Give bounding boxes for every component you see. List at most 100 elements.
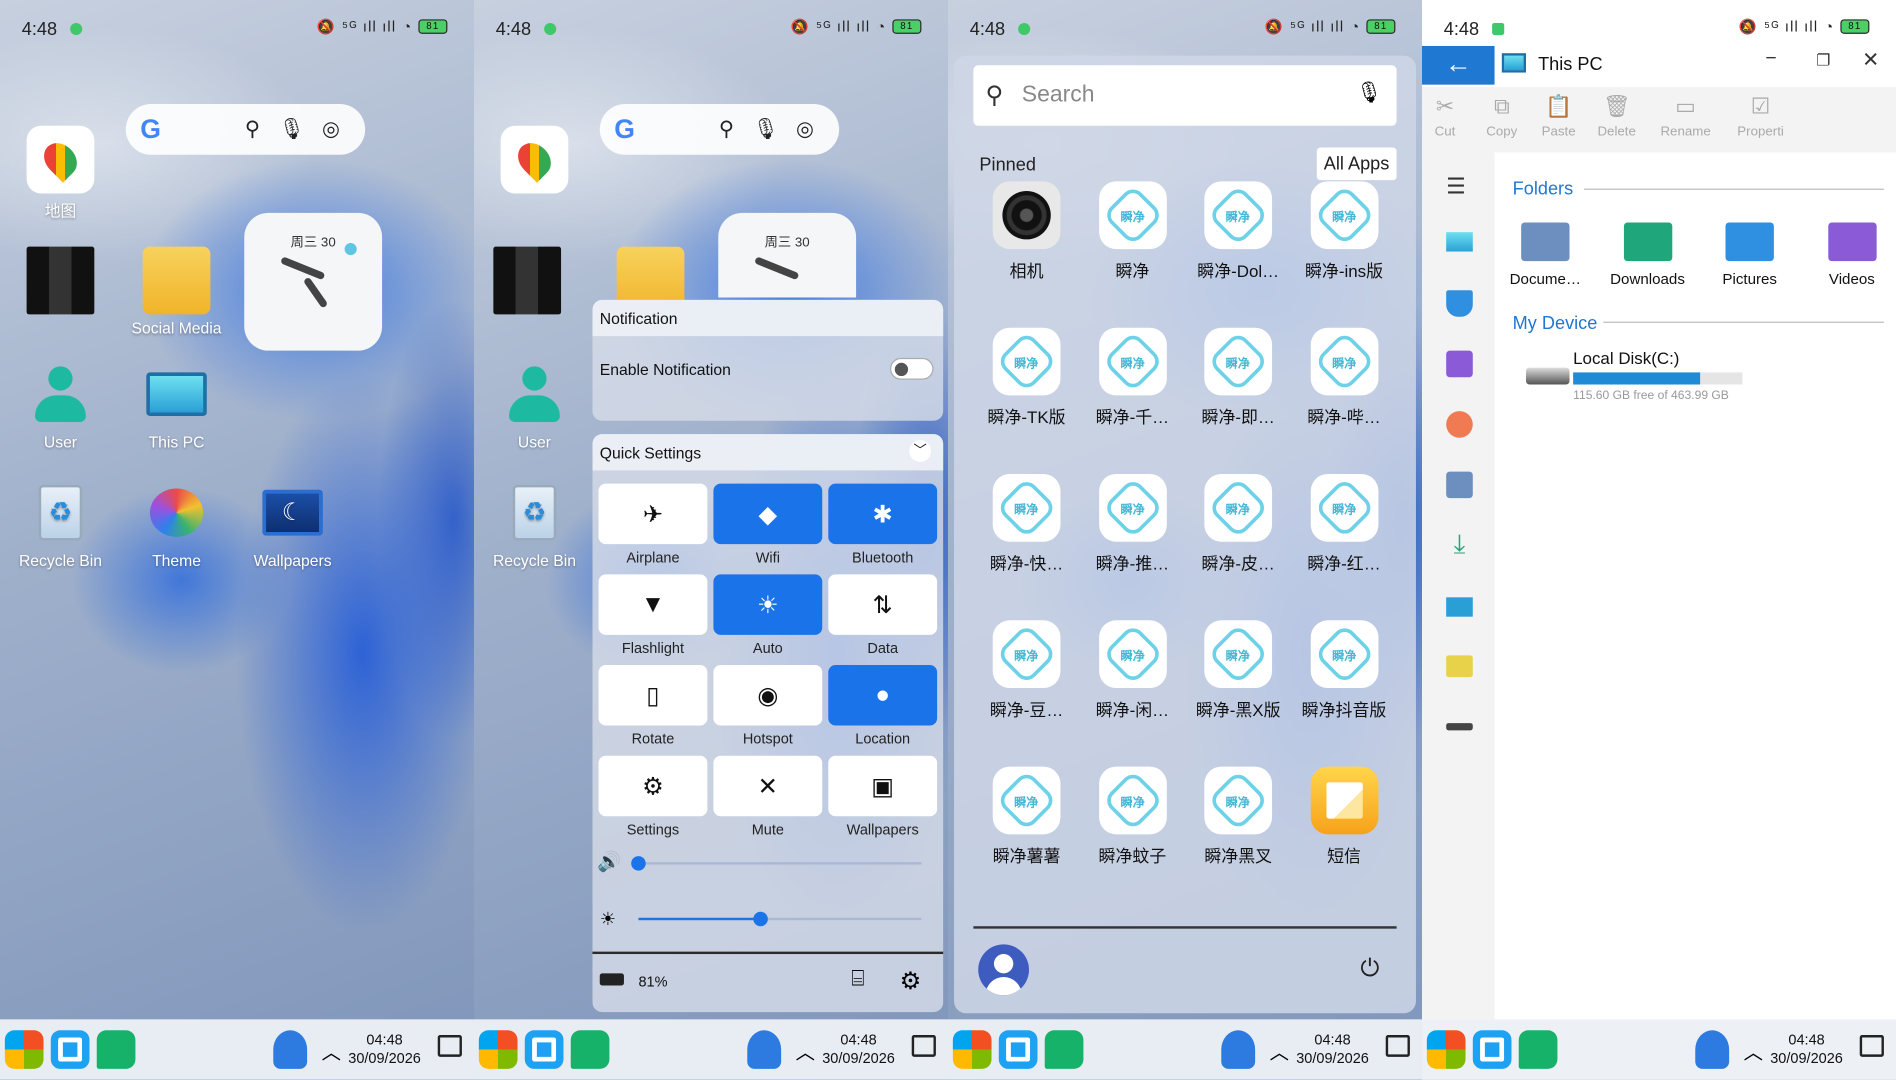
properti-button[interactable]: ☑ Properti [1733,94,1789,139]
notification-center-icon[interactable] [437,1035,462,1057]
chat-icon[interactable] [1044,1030,1084,1069]
app-tile[interactable]: 瞬净 [1310,620,1378,689]
browser-icon[interactable] [524,1030,564,1069]
folder-pictures[interactable]: Pictures [1701,222,1798,288]
app-tile[interactable]: 瞬净 [1310,473,1378,542]
app-maps[interactable] [486,125,583,199]
app-this-pc[interactable]: This PC [128,360,225,451]
documents-icon[interactable] [1446,471,1473,499]
tile-wallpapers[interactable]: ▣ [828,755,938,817]
volume-slider[interactable] [631,856,922,871]
taskbar-clock[interactable]: 04:48 30/09/2026 [1770,1031,1843,1067]
chat-icon[interactable] [96,1030,136,1069]
back-button[interactable]: ← [1421,45,1495,85]
tile-auto[interactable]: ☀ [713,574,823,635]
app-pixelated[interactable] [12,246,109,320]
people-icon[interactable] [273,1030,308,1069]
browser-icon[interactable] [50,1030,90,1069]
brightness-knob[interactable] [752,911,768,927]
clock-widget[interactable]: 周三 30 [718,212,857,298]
all-apps-button[interactable]: All Apps [1316,147,1397,181]
app-recycle-bin[interactable]: ♻ Recycle Bin [12,479,109,570]
chevron-up-icon[interactable]: ︿ [796,1036,815,1065]
app-tile[interactable]: 瞬净 [992,327,1061,396]
tile-bluetooth[interactable]: ✱ [828,483,938,545]
power-icon[interactable]: ⏻ [1360,955,1379,983]
search-icon[interactable]: ⚲ [233,117,272,141]
start-icon[interactable] [4,1030,44,1069]
browser-icon[interactable] [1472,1030,1512,1069]
tile-rotate[interactable]: ▯ [598,665,708,726]
folder-downloads[interactable]: Downloads [1599,222,1696,288]
lens-icon[interactable]: ◎ [311,117,350,141]
start-icon[interactable] [1426,1030,1466,1069]
app-tile[interactable]: 瞬净 [1098,181,1167,250]
app-tile[interactable]: 瞬净 [1204,766,1273,835]
google-search-widget[interactable]: G ⚲ 🎙 ◎ [599,103,840,155]
tile-data[interactable]: ⇅ [828,574,938,635]
app-tile[interactable]: 瞬净 [1204,473,1273,542]
app-tile[interactable]: 瞬净 [1204,181,1273,250]
close-icon[interactable]: ✕ [1862,48,1879,72]
this-pc-nav-icon[interactable] [1446,232,1473,252]
app-tile[interactable]: 瞬净 [1098,766,1167,835]
tile-airplane[interactable]: ✈ [598,483,708,545]
search-box[interactable]: ⚲ Search 🎙 [973,65,1397,126]
app-tile[interactable]: 瞬净 [1204,327,1273,396]
restore-button[interactable]: ❐ [1816,51,1830,70]
app-tile[interactable]: 瞬净 [1098,620,1167,689]
music-icon[interactable] [1446,411,1473,438]
tile-flashlight[interactable]: ▼ [598,574,708,635]
rename-button[interactable]: ▭ Rename [1658,94,1714,139]
folder-documents[interactable]: Docume… [1497,222,1594,288]
pictures-icon[interactable] [1446,597,1473,617]
tile-wifi[interactable]: ◆ [713,483,823,545]
bookmark-icon[interactable] [1446,290,1473,317]
app-tile[interactable]: 瞬净 [1098,327,1167,396]
app-recycle-bin[interactable]: ♻ Recycle Bin [486,479,583,570]
volume-knob[interactable] [631,856,646,871]
folder-social-media[interactable] [602,246,699,300]
app-theme[interactable]: Theme [128,479,225,570]
search-icon[interactable]: ⚲ [707,117,746,141]
clock-widget[interactable]: 周三 30 [244,212,383,351]
folder-videos[interactable]: Videos [1803,222,1896,288]
notification-center-icon[interactable] [1385,1035,1410,1057]
user-avatar[interactable] [978,944,1030,996]
enable-notification-toggle[interactable] [889,357,934,380]
tile-hotspot[interactable]: ◉ [713,665,823,726]
app-maps[interactable]: 地图 [12,125,109,222]
minimize-button[interactable]: − [1765,48,1776,70]
mic-icon[interactable]: 🎙 [272,117,311,141]
people-icon[interactable] [747,1030,782,1069]
folder-icon[interactable] [1446,655,1473,678]
copy-button[interactable]: ⧉ Copy [1474,94,1530,139]
people-icon[interactable] [1221,1030,1256,1069]
app-tile[interactable]: 瞬净 [1310,181,1378,250]
notification-center-icon[interactable] [1859,1035,1884,1057]
chevron-up-icon[interactable]: ︿ [1270,1036,1289,1065]
app-tile[interactable]: 瞬净 [1310,327,1378,396]
paste-button[interactable]: 📋 Paste [1531,94,1587,139]
browser-icon[interactable] [998,1030,1038,1069]
app-user[interactable]: User [486,360,583,451]
app-user[interactable]: User [12,360,109,451]
drive-icon[interactable] [1446,723,1473,731]
app-pixelated[interactable] [479,246,576,320]
tile-settings[interactable]: ⚙ [598,755,708,817]
edit-tiles-icon[interactable]: ⌸ [851,966,864,991]
lens-icon[interactable]: ◎ [785,117,824,141]
app-tile[interactable]: 瞬净 [992,766,1061,835]
folder-social-media[interactable]: Social Media [128,246,225,337]
chat-icon[interactable] [1518,1030,1558,1069]
taskbar-clock[interactable]: 04:48 30/09/2026 [1296,1031,1369,1067]
notification-center-icon[interactable] [911,1035,936,1057]
taskbar-clock[interactable]: 04:48 30/09/2026 [348,1031,421,1067]
download-icon[interactable]: ⤓ [1446,530,1473,559]
local-disk-item[interactable]: Local Disk(C:) 115.60 GB free of 463.99 … [1524,346,1766,409]
app-tile[interactable] [1310,766,1378,835]
app-wallpapers[interactable]: ☾ Wallpapers [244,479,341,570]
app-tile[interactable]: 瞬净 [1098,473,1167,542]
cut-button[interactable]: ✂ Cut [1422,94,1473,139]
app-tile[interactable]: 瞬净 [992,620,1061,689]
